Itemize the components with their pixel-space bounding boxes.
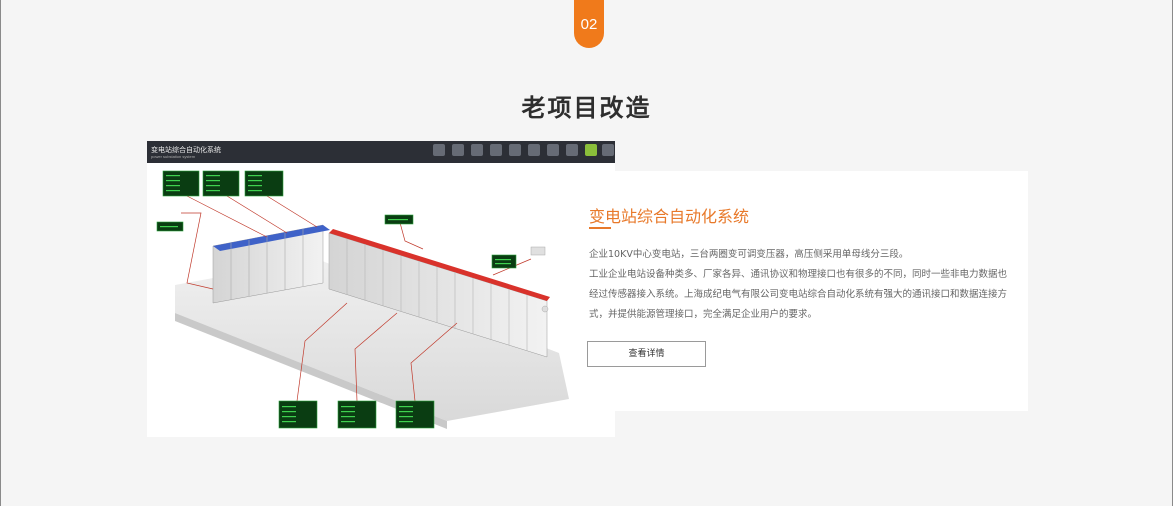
toolbar-icon-active — [585, 144, 597, 156]
description-paragraph: 工业企业电站设备种类多、厂家各异、通讯协议和物理接口也有很多的不同，同时一些非电… — [589, 269, 1008, 320]
toolbar-icon — [433, 144, 445, 156]
toolbar-icon — [566, 144, 578, 156]
toolbar-icon — [602, 144, 614, 156]
title-underline — [589, 227, 611, 229]
description-paragraph: 企业10KV中心变电站，三台两圈变可调变压器，高压侧采用单母线分三段。 — [589, 249, 909, 260]
section-title: 老项目改造 — [521, 94, 652, 122]
card-title: 变电站综合自动化系统 — [589, 207, 750, 226]
app-subtitle: power substation system — [151, 154, 196, 159]
toolbar-icon — [471, 144, 483, 156]
app-toolbar: 变电站综合自动化系统 power substation system — [147, 141, 615, 163]
frame-left-border — [0, 0, 1, 506]
toolbar-icon — [528, 144, 540, 156]
section-number-badge: 02 — [574, 0, 604, 48]
project-screenshot: 变电站综合自动化系统 power substation system — [147, 141, 615, 437]
toolbar-icon — [509, 144, 521, 156]
toolbar-icon — [452, 144, 464, 156]
substation-3d-scene — [156, 170, 569, 429]
toolbar-icon — [547, 144, 559, 156]
toolbar-icon — [490, 144, 502, 156]
card-description: 企业10KV中心变电站，三台两圈变可调变压器，高压侧采用单母线分三段。 工业企业… — [589, 245, 1011, 325]
view-details-button[interactable]: 查看详情 — [587, 341, 706, 367]
project-info-card: 变电站综合自动化系统 企业10KV中心变电站，三台两圈变可调变压器，高压侧采用单… — [572, 171, 1028, 411]
